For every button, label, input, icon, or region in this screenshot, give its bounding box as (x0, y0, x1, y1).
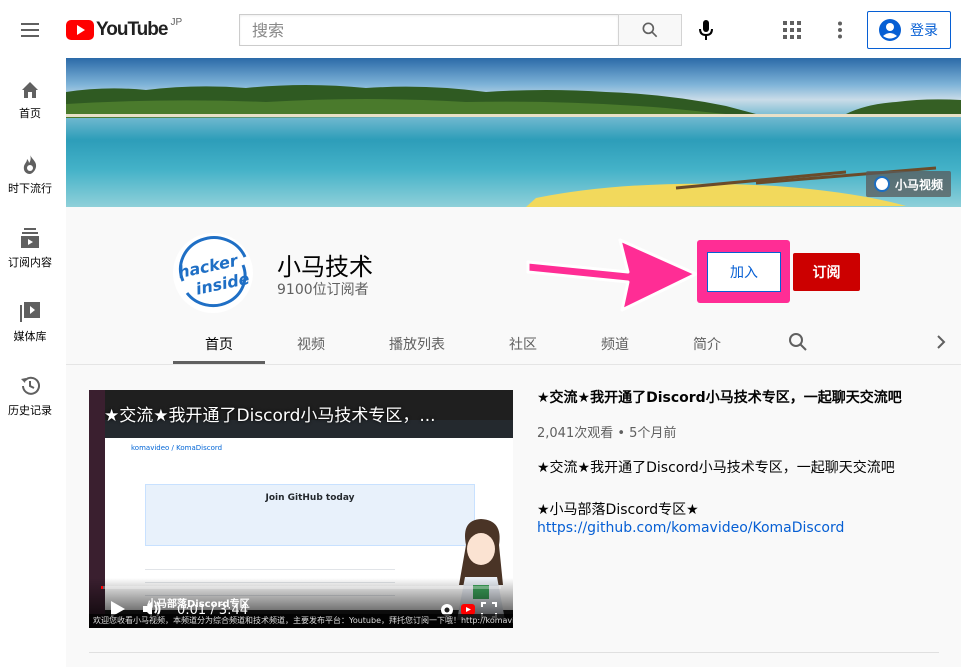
pink-arrow-annotation (526, 238, 698, 312)
history-icon (21, 376, 40, 395)
apps-button[interactable] (778, 16, 806, 44)
signin-button[interactable]: 登录 (867, 11, 951, 49)
home-icon (22, 82, 38, 98)
video-description-line: ★交流★我开通了Discord小马技术专区，一起聊天交流吧 (537, 460, 895, 476)
video-metadata: 2,041次观看 • 5个月前 (537, 426, 677, 441)
sidebar-item-label: 时下流行 (8, 182, 52, 195)
sidebar-item-history[interactable]: 历史记录 (0, 362, 60, 432)
voice-search-button[interactable] (692, 14, 720, 46)
apps-grid-icon (783, 21, 801, 39)
channel-name: 小马技术 (277, 253, 373, 281)
search-button[interactable] (618, 14, 682, 46)
hacker-inside-logo-icon: hacker inside (175, 235, 251, 311)
mini-guide: 首页 时下流行 订阅内容 媒体库 历史记录 (0, 58, 66, 667)
search-box (239, 14, 618, 46)
tabs-scroll-next-button[interactable] (929, 330, 953, 354)
video-progress-bar[interactable] (101, 586, 501, 589)
more-vertical-icon (838, 21, 842, 39)
subscribe-button[interactable]: 订阅 (793, 253, 860, 291)
trending-icon (23, 154, 37, 174)
channel-avatar[interactable]: hacker inside (173, 233, 253, 313)
chevron-right-icon (937, 335, 946, 349)
banner-island-image (66, 85, 961, 118)
sidebar-item-subscriptions[interactable]: 订阅内容 (0, 214, 60, 284)
channel-header: hacker inside 小马技术 9100位订阅者 加入 订阅 首页 视频 … (66, 207, 961, 364)
video-repo-path: komavideo / KomaDiscord (131, 444, 223, 452)
video-join-github-title: Join GitHub today (265, 493, 355, 503)
search-input[interactable] (240, 15, 618, 45)
microphone-icon (699, 20, 713, 40)
section-divider (89, 652, 939, 653)
video-title[interactable]: ★交流★我开通了Discord小马技术专区，一起聊天交流吧 (537, 387, 902, 407)
video-player-title: ★交流★我开通了Discord小马技术专区，... (104, 406, 436, 426)
tab-home[interactable]: 首页 (173, 323, 265, 364)
subscriptions-icon (21, 228, 39, 248)
guide-menu-icon[interactable] (14, 14, 46, 46)
youtube-logo[interactable]: YouTube JP (66, 16, 183, 42)
tab-videos[interactable]: 视频 (265, 323, 357, 364)
video-description-link[interactable]: https://github.com/komavideo/KomaDiscord (537, 520, 844, 536)
sidebar-item-label: 媒体库 (13, 330, 47, 343)
sidebar-item-label: 首页 (19, 107, 41, 120)
sidebar-item-trending[interactable]: 时下流行 (0, 140, 60, 210)
channel-banner: 小马视频 (66, 58, 961, 207)
channel-search-button[interactable] (786, 330, 810, 354)
komavideo-logo-icon (873, 176, 890, 192)
banner-link-badge[interactable]: 小马视频 (865, 171, 951, 197)
tab-channels[interactable]: 频道 (569, 323, 661, 364)
video-caption-ticker: 欢迎您收看小马视频，本频道分为综合频道和技术频道，主要发布平台：Youtube，… (89, 614, 513, 628)
library-icon (20, 302, 40, 322)
tab-about[interactable]: 简介 (661, 323, 753, 364)
video-join-github-box: Join GitHub today (145, 484, 475, 546)
logo-country-code: JP (170, 16, 183, 28)
featured-video-player[interactable]: komavideo / KomaDiscord Join GitHub toda… (89, 390, 513, 628)
subscriber-count: 9100位订阅者 (277, 282, 369, 298)
account-circle-icon (879, 19, 901, 41)
banner-badge-text: 小马视频 (894, 177, 943, 192)
video-progress-fill (101, 586, 103, 589)
sidebar-item-label: 历史记录 (8, 404, 52, 417)
channel-content: komavideo / KomaDiscord Join GitHub toda… (66, 364, 961, 667)
search-icon (642, 22, 658, 38)
sidebar-item-library[interactable]: 媒体库 (0, 288, 60, 358)
logo-text: YouTube (96, 19, 168, 40)
tab-playlists[interactable]: 播放列表 (357, 323, 477, 364)
channel-tabs: 首页 视频 播放列表 社区 频道 简介 (173, 323, 753, 364)
masthead: YouTube JP 登录 (0, 0, 961, 58)
sidebar-item-home[interactable]: 首页 (0, 66, 60, 136)
video-description-line: ★小马部落Discord专区★ (537, 502, 699, 518)
youtube-play-icon (66, 20, 94, 40)
settings-more-button[interactable] (826, 16, 854, 44)
sidebar-item-label: 订阅内容 (8, 256, 52, 269)
signin-label: 登录 (910, 23, 938, 39)
tab-community[interactable]: 社区 (477, 323, 569, 364)
join-button[interactable]: 加入 (707, 252, 781, 292)
search-icon (789, 333, 807, 351)
